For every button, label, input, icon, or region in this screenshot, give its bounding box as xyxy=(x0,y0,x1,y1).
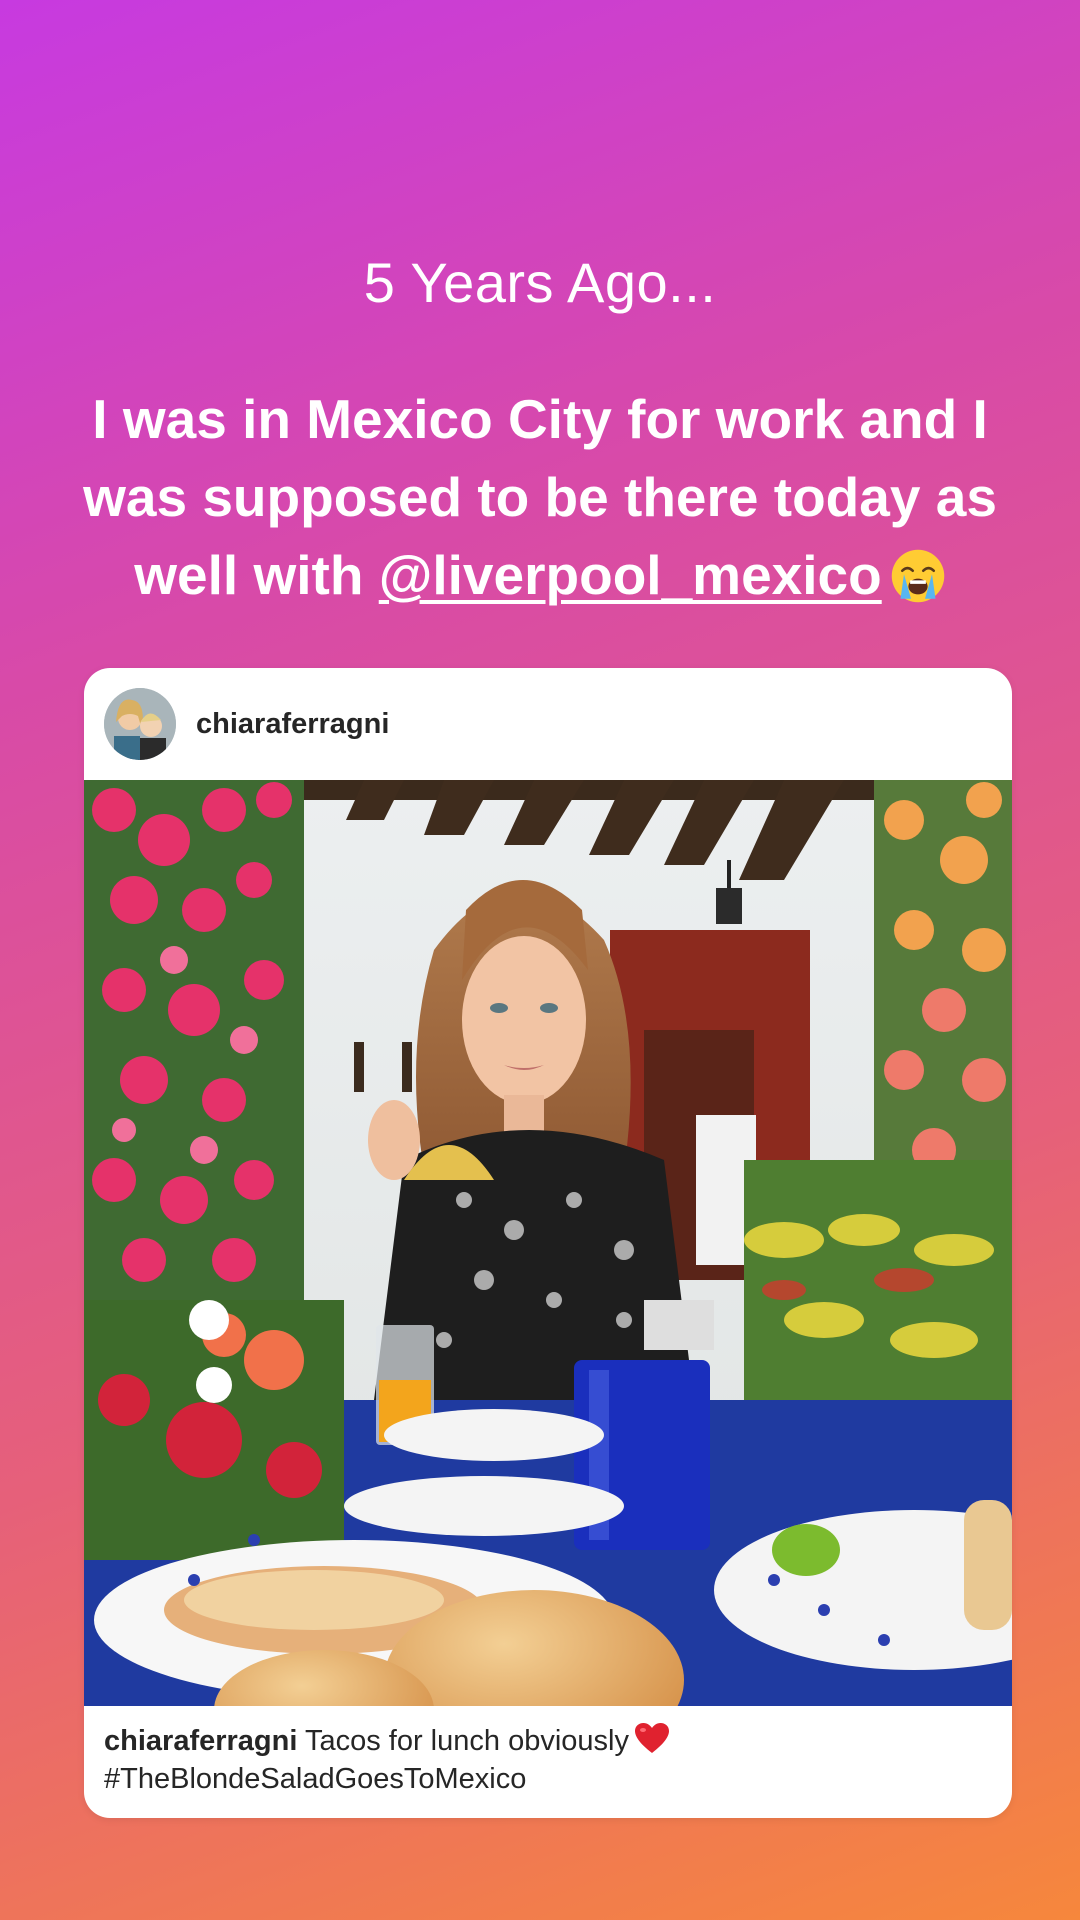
caption-username[interactable]: chiaraferragni xyxy=(104,1725,297,1757)
post-caption: chiaraferragni Tacos for lunch obviously… xyxy=(104,1722,994,1798)
shared-post-card[interactable]: chiaraferragni chiaraferragni Tacos for … xyxy=(84,668,1012,1818)
post-photo xyxy=(84,780,1012,1706)
avatar[interactable] xyxy=(104,688,176,760)
caption-text: Tacos for lunch obviously xyxy=(304,1725,629,1757)
post-username[interactable]: chiaraferragni xyxy=(196,708,389,741)
story-message: I was in Mexico City for work and I was … xyxy=(60,380,1020,614)
memory-subtitle: 5 Years Ago... xyxy=(363,251,717,314)
post-header: chiaraferragni xyxy=(84,668,1012,780)
crying-face-icon xyxy=(891,549,944,603)
red-heart-icon xyxy=(634,1723,669,1753)
story-canvas[interactable]: 5 Years Ago... I was in Mexico City for … xyxy=(0,0,1080,1920)
caption-hashtag[interactable]: #TheBlondeSaladGoesToMexico xyxy=(104,1763,526,1795)
mention-link[interactable]: @liverpool_mexico xyxy=(379,544,882,606)
